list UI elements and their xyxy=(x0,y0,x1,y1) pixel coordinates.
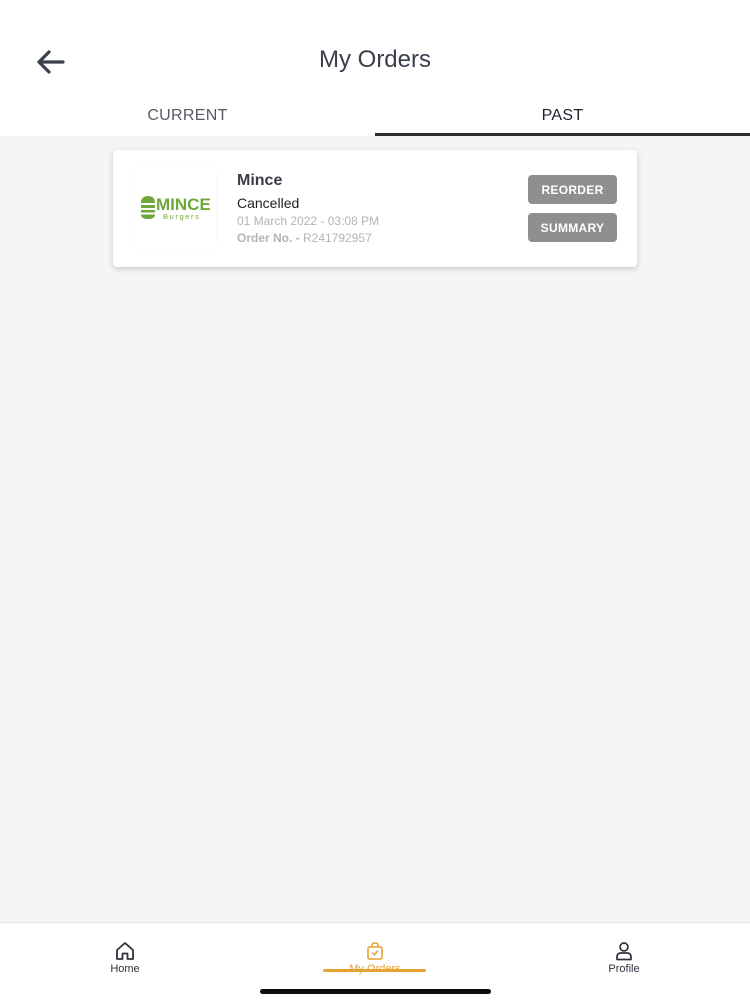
nav-profile-label: Profile xyxy=(608,963,640,975)
tab-past[interactable]: PAST xyxy=(375,98,750,136)
order-number-label: Order No. - xyxy=(237,231,300,245)
nav-home[interactable]: Home xyxy=(75,941,175,981)
user-icon xyxy=(616,942,632,961)
summary-button[interactable]: SUMMARY xyxy=(528,213,617,242)
order-card[interactable]: MINCE Burgers Mince Cancelled 01 March 2… xyxy=(113,150,637,267)
order-number: Order No. - R241792957 xyxy=(237,231,372,245)
order-number-value: R241792957 xyxy=(303,231,372,245)
restaurant-logo: MINCE Burgers xyxy=(134,166,216,250)
active-nav-indicator xyxy=(323,969,426,972)
nav-profile[interactable]: Profile xyxy=(574,941,674,981)
home-icon xyxy=(116,942,134,960)
order-tabs: CURRENT PAST xyxy=(0,98,750,136)
order-date: 01 March 2022 - 03:08 PM xyxy=(237,214,380,228)
nav-home-label: Home xyxy=(110,963,140,975)
logo-sub-text: Burgers xyxy=(163,212,200,221)
mince-burgers-logo: MINCE Burgers xyxy=(141,195,210,221)
page-title: My Orders xyxy=(318,46,431,73)
shopping-bag-icon xyxy=(367,942,383,960)
nav-my-orders[interactable]: My Orders xyxy=(325,941,425,981)
restaurant-name: Mince xyxy=(237,172,283,189)
order-status: Cancelled xyxy=(237,195,300,211)
reorder-button[interactable]: REORDER xyxy=(528,175,617,204)
home-indicator xyxy=(260,989,491,994)
tab-current[interactable]: CURRENT xyxy=(0,98,375,136)
app-header: My Orders CURRENT PAST xyxy=(0,0,750,136)
